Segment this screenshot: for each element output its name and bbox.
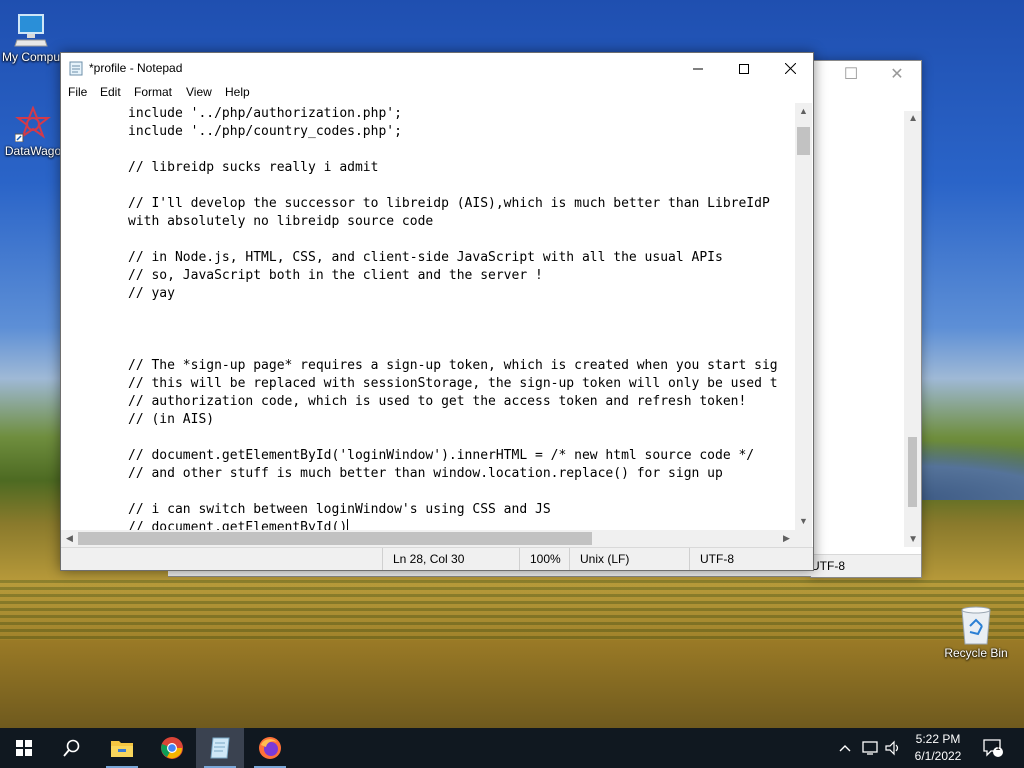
taskbar-chrome[interactable] — [148, 728, 196, 768]
text-cursor — [347, 519, 349, 530]
desktop-icon-label: DataWago — [4, 144, 62, 158]
search-icon — [63, 739, 80, 757]
maximize-button[interactable] — [721, 53, 767, 84]
firefox-icon — [259, 737, 281, 759]
editor-line: with absolutely no libreidp source code — [128, 214, 434, 229]
background-window-titlebar: ☐ ✕ — [811, 61, 921, 89]
desktop-icon-my-computer[interactable]: My Compu — [0, 12, 66, 64]
line-ending: Unix (LF) — [569, 548, 680, 570]
editor-line: // and other stuff is much better than w… — [128, 466, 723, 481]
editor-content: include '../php/authorization.php'; inclu… — [128, 105, 778, 530]
system-clock[interactable]: 5:22 PM 6/1/2022 — [906, 731, 970, 765]
editor-line: // so, JavaScript both in the client and… — [128, 268, 543, 283]
encoding: UTF-8 — [689, 548, 800, 570]
datawago-icon — [14, 105, 51, 143]
notepad-icon — [210, 737, 230, 759]
scroll-down-icon[interactable]: ▼ — [908, 534, 918, 545]
status-bar: Ln 28, Col 30 100% Unix (LF) UTF-8 — [61, 547, 813, 570]
scrollbar-corner — [795, 530, 812, 547]
editor-line: // yay — [128, 286, 175, 301]
menu-view[interactable]: View — [185, 85, 213, 99]
editor-line: include '../php/country_codes.php'; — [128, 124, 402, 139]
scroll-right-icon[interactable]: ▶ — [778, 530, 795, 547]
desktop-icon-recycle-bin[interactable]: Recycle Bin — [941, 604, 1011, 660]
scroll-up-icon[interactable]: ▲ — [908, 113, 918, 124]
recycle-bin-icon — [956, 604, 996, 646]
clock-date: 6/1/2022 — [914, 749, 962, 763]
editor-line: // in Node.js, HTML, CSS, and client-sid… — [128, 250, 723, 265]
editor-line: // i can switch between loginWindow's us… — [128, 502, 551, 517]
title-bar[interactable]: *profile - Notepad — [61, 53, 813, 84]
taskbar-firefox[interactable] — [246, 728, 294, 768]
scroll-left-icon[interactable]: ◀ — [61, 530, 78, 547]
horizontal-scrollbar[interactable]: ◀ ▶ — [61, 530, 795, 547]
maximize-icon[interactable]: ☐ — [837, 65, 865, 85]
editor-line: // (in AIS) — [128, 412, 215, 427]
tray-chevron-icon[interactable] — [838, 728, 852, 768]
menu-format[interactable]: Format — [133, 85, 173, 99]
menu-bar: File Edit Format View Help — [61, 84, 813, 103]
editor-line: // document.getElementById('loginWindow'… — [128, 448, 755, 463]
notepad-app-icon — [69, 61, 83, 76]
notification-count: 1 — [995, 742, 1001, 752]
close-icon[interactable]: ✕ — [883, 65, 911, 85]
menu-file[interactable]: File — [67, 85, 88, 99]
background-window-statusbar: UTF-8 — [811, 554, 921, 577]
editor-line: // The *sign-up page* requires a sign-up… — [128, 358, 778, 373]
vertical-scrollbar[interactable]: ▲ ▼ — [795, 103, 812, 530]
notification-center-icon[interactable]: 1 — [982, 728, 1004, 768]
editor-line: // this will be replaced with sessionSto… — [128, 376, 778, 391]
minimize-button[interactable] — [675, 53, 721, 84]
clock-time: 5:22 PM — [915, 732, 961, 746]
start-button[interactable] — [0, 728, 48, 768]
start-icon — [16, 740, 32, 756]
menu-help[interactable]: Help — [224, 85, 251, 99]
scroll-up-icon[interactable]: ▲ — [795, 103, 812, 120]
editor-line: // I'll develop the successor to libreid… — [128, 196, 770, 211]
vertical-scroll-thumb[interactable] — [797, 127, 810, 155]
window-title: *profile - Notepad — [89, 61, 183, 75]
search-button[interactable] — [48, 728, 96, 768]
editor-line: // authorization code, which is used to … — [128, 394, 747, 409]
background-notepad-window[interactable]: ☐ ✕ ▲ ▼ UTF-8 — [810, 60, 922, 578]
editor-line: // document.getElementById() — [128, 519, 778, 530]
cursor-position: Ln 28, Col 30 — [382, 548, 503, 570]
network-icon[interactable] — [862, 728, 880, 768]
volume-icon[interactable] — [884, 728, 902, 768]
background-window-scrollbar[interactable]: ▲ ▼ — [904, 111, 921, 547]
close-button[interactable] — [767, 53, 813, 84]
chrome-icon — [161, 737, 183, 759]
taskbar-file-explorer[interactable] — [98, 728, 146, 768]
scroll-down-icon[interactable]: ▼ — [795, 513, 812, 530]
file-explorer-icon — [111, 741, 133, 757]
background-field — [0, 580, 1024, 640]
recycle-bin-label: Recycle Bin — [944, 646, 1008, 660]
text-editor[interactable]: include '../php/authorization.php'; inclu… — [61, 103, 795, 530]
desktop-icon-label: My Compu — [1, 50, 60, 64]
computer-icon — [13, 12, 49, 48]
taskbar-notepad[interactable] — [196, 728, 244, 768]
taskbar: 5:22 PM 6/1/2022 1 — [0, 728, 1024, 768]
editor-line: // libreidp sucks really i admit — [128, 160, 379, 175]
notepad-window[interactable]: *profile - Notepad File Edit Format View… — [60, 52, 814, 571]
horizontal-scroll-thumb[interactable] — [78, 532, 592, 545]
encoding-status: UTF-8 — [811, 559, 845, 573]
scroll-thumb[interactable] — [908, 437, 917, 507]
editor-line: include '../php/authorization.php'; — [128, 106, 402, 121]
zoom-level: 100% — [519, 548, 566, 570]
menu-edit[interactable]: Edit — [99, 85, 122, 99]
desktop-icon-datawago[interactable]: DataWago — [0, 105, 68, 158]
